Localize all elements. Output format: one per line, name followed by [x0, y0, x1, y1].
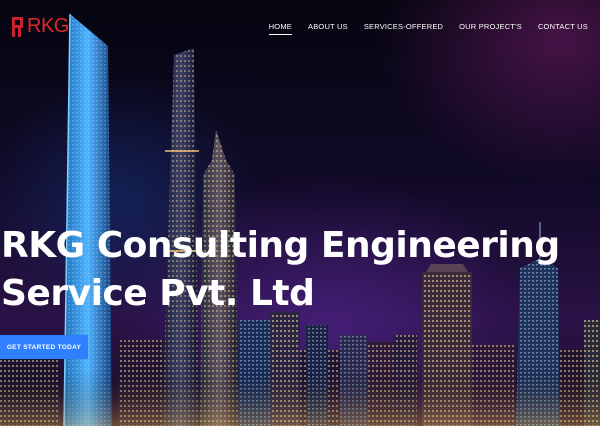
- hero-title-line2: Service Pvt. Ltd: [1, 273, 315, 314]
- nav-services-offered[interactable]: SERVICES-OFFERED: [364, 22, 443, 35]
- hero-background: [0, 0, 600, 426]
- get-started-button[interactable]: GET STARTED TODAY: [0, 335, 88, 359]
- nav-our-projects[interactable]: OUR PROJECT'S: [459, 22, 522, 35]
- logo-icon: [12, 15, 25, 37]
- nav-home[interactable]: HOME: [268, 22, 292, 35]
- hero-title-line1: RKG Consulting Engineering: [1, 225, 560, 266]
- nav-about-us[interactable]: ABOUT US: [308, 22, 348, 35]
- main-nav: HOME ABOUT US SERVICES-OFFERED OUR PROJE…: [268, 22, 588, 35]
- logo-text: RKG: [27, 15, 69, 37]
- city-skyline-image: [0, 13, 600, 426]
- nav-contact-us[interactable]: CONTACT US: [538, 22, 588, 35]
- hero-title: RKG Consulting Engineering Service Pvt. …: [1, 222, 560, 318]
- brand-logo[interactable]: RKG: [12, 15, 69, 37]
